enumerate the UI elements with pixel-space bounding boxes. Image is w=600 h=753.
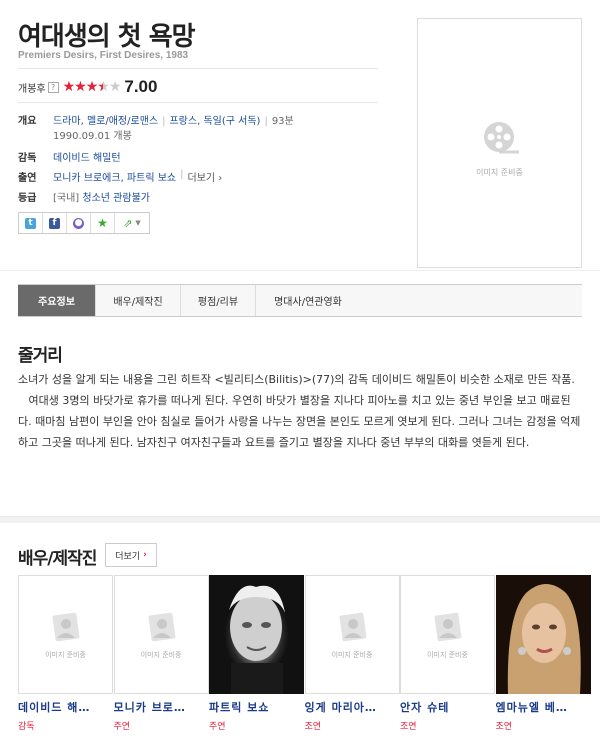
cast-card[interactable]: 이미지 준비중잉게 마리아… 조연 — [304, 575, 400, 732]
tab-bar: 주요정보 배우/제작진 평점/리뷰 명대사/연관영화 — [18, 284, 582, 317]
cast-name[interactable]: 모니카 브로… — [114, 699, 209, 715]
star-icon: ★ — [97, 216, 108, 230]
cast-name[interactable]: 안자 슈테 — [400, 699, 495, 715]
person-placeholder-icon — [434, 612, 462, 642]
movie-title: 여대생의 첫 욕망 — [18, 22, 196, 52]
me2day-icon: ● — [73, 217, 84, 229]
photo-placeholder-text: 이미지 준비중 — [427, 651, 468, 659]
grade-link[interactable]: 청소년 관람불가 — [82, 189, 150, 204]
facebook-icon: f — [49, 217, 60, 229]
person-placeholder-icon — [339, 612, 366, 642]
director-label: 감독 — [18, 153, 37, 164]
cast-link[interactable]: 모니카 브로에크, 파트릭 보쇼 — [53, 169, 176, 184]
plot-paragraph: 소녀가 성을 알게 되는 내용을 그린 히트작 <빌리티스(Bilitis)>(… — [18, 373, 575, 386]
divider — [0, 270, 600, 271]
cast-photo[interactable] — [495, 575, 591, 694]
rating-stars: ★★★★★ ★★★★★ — [62, 79, 122, 95]
share-icon: ⇗ — [123, 216, 133, 230]
info-grade: 등급 [국내] 청소년 관람불가 — [18, 189, 150, 204]
cast-card[interactable]: 이미지 준비중데이비드 해… 감독 — [18, 575, 113, 732]
overview-label: 개요 — [18, 116, 37, 127]
tab-cast-crew[interactable]: 배우/제작진 — [96, 285, 181, 316]
poster-placeholder-text: 이미지 준비중 — [476, 168, 523, 177]
cast-photo[interactable]: 이미지 준비중 — [113, 575, 209, 694]
director-link[interactable]: 데이비드 해밀턴 — [53, 149, 121, 164]
cast-role: 주연 — [113, 722, 131, 732]
film-reel-icon — [484, 122, 519, 154]
cast-heading: 배우/제작진 — [18, 549, 97, 569]
info-director: 감독 데이비드 해밀턴 — [18, 149, 121, 164]
cast-role: 조연 — [304, 722, 322, 732]
rating-label: 개봉후 — [18, 83, 46, 95]
plot-heading: 줄거리 — [18, 346, 63, 366]
chevron-right-icon: › — [143, 550, 147, 560]
poster-placeholder: 이미지 준비중 — [417, 18, 582, 268]
movie-subtitle: Premiers Desirs, First Desires, 1983 — [18, 50, 189, 61]
grade-label: 등급 — [18, 193, 37, 204]
cast-photo[interactable]: 이미지 준비중 — [400, 575, 495, 694]
divider — [18, 68, 378, 69]
portrait-image — [507, 584, 581, 694]
rating-score: 7.00 — [124, 77, 158, 96]
plot-text: 소녀가 성을 알게 되는 내용을 그린 히트작 <빌리티스(Bilitis)>(… — [18, 369, 584, 453]
cast-card[interactable]: 파트릭 보쇼주연 — [209, 575, 304, 732]
cast-photo[interactable] — [209, 575, 304, 694]
cast-name[interactable]: 엠마뉴엘 베… — [496, 699, 591, 715]
twitter-button[interactable]: t — [19, 213, 43, 233]
help-icon[interactable]: ? — [47, 81, 59, 93]
cast-card[interactable]: 엠마뉴엘 베… 조연 — [495, 575, 591, 732]
plot-paragraph: 여대생 3명의 바닷가로 휴가를 떠나게 된다. 우연히 바닷가 별장을 지나다… — [18, 394, 581, 449]
cast-role: 조연 — [495, 722, 513, 732]
photo-placeholder-text: 이미지 준비중 — [45, 651, 86, 659]
portrait-image — [229, 585, 285, 694]
info-overview: 개요 드라마, 멜로/애정/로맨스 | 프랑스, 독일(구 서독) | 93분 — [18, 112, 294, 127]
cast-photo[interactable]: 이미지 준비중 — [18, 575, 113, 694]
cast-label: 출연 — [18, 173, 37, 184]
release-date: 1990.09.01 개봉 — [53, 131, 132, 142]
twitter-icon: t — [25, 217, 36, 229]
cast-more-button[interactable]: 더보기 › — [105, 543, 157, 567]
cast-more-link[interactable]: 더보기 › — [188, 169, 223, 184]
divider — [18, 102, 378, 103]
chevron-down-icon: ▼ — [135, 219, 141, 227]
person-placeholder-icon — [148, 612, 175, 642]
share-toolbar: t f ● ★ ⇗ ▼ — [18, 212, 150, 234]
favorite-button[interactable]: ★ — [91, 213, 115, 233]
cast-role: 주연 — [209, 722, 226, 732]
section-divider — [0, 516, 600, 523]
tab-quotes-related[interactable]: 명대사/연관영화 — [256, 285, 360, 316]
me2day-button[interactable]: ● — [67, 213, 91, 233]
genre-link[interactable]: 드라마, 멜로/애정/로맨스 — [53, 116, 158, 127]
cast-card[interactable]: 이미지 준비중모니카 브로… 주연 — [113, 575, 209, 732]
cast-name[interactable]: 데이비드 해… — [18, 699, 113, 715]
cast-role: 조연 — [400, 722, 417, 732]
country-link[interactable]: 프랑스, 독일(구 서독) — [169, 116, 260, 127]
photo-placeholder-text: 이미지 준비중 — [331, 651, 373, 659]
cast-card[interactable]: 이미지 준비중안자 슈테조연 — [400, 575, 495, 732]
person-placeholder-icon — [52, 612, 80, 642]
info-cast: 출연 모니카 브로에크, 파트릭 보쇼 | 더보기 › — [18, 169, 223, 184]
share-more-button[interactable]: ⇗ ▼ — [115, 213, 149, 233]
cast-name[interactable]: 잉게 마리아… — [305, 699, 400, 715]
info-release: 1990.09.01 개봉 — [53, 127, 132, 142]
facebook-button[interactable]: f — [43, 213, 67, 233]
runtime: 93분 — [271, 116, 294, 127]
cast-photo[interactable]: 이미지 준비중 — [304, 575, 400, 694]
photo-placeholder-text: 이미지 준비중 — [140, 651, 182, 659]
rating-row: 개봉후 ? ★★★★★ ★★★★★ 7.00 — [18, 77, 158, 96]
tab-reviews[interactable]: 평점/리뷰 — [181, 285, 256, 316]
tab-main-info[interactable]: 주요정보 — [18, 285, 96, 316]
grade-prefix: [국내] — [53, 193, 80, 204]
cast-name[interactable]: 파트릭 보쇼 — [209, 699, 304, 715]
cast-role: 감독 — [18, 722, 35, 732]
